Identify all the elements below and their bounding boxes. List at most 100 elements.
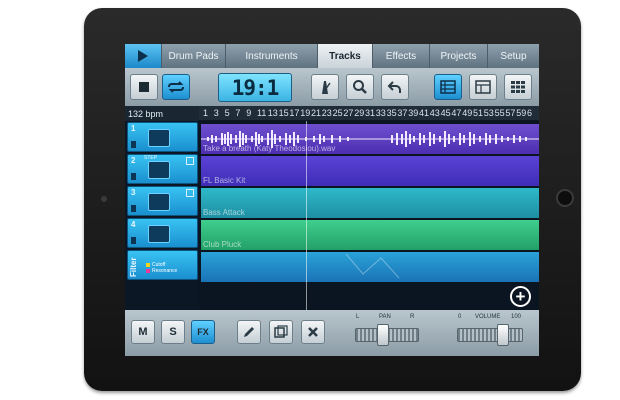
- ruler-tick-label: 57: [505, 108, 516, 118]
- pads-view-icon: [511, 81, 525, 93]
- bottom-toolbar: M S FX L PAN R 0 VOLUME 100: [125, 310, 539, 356]
- clone-button[interactable]: [269, 320, 293, 344]
- pan-left-label: L: [356, 314, 360, 320]
- volume-slider-knob[interactable]: [497, 324, 509, 346]
- ruler-tick-label: 19: [300, 108, 311, 118]
- metronome-icon: [322, 81, 331, 94]
- tab-tracks[interactable]: Tracks: [318, 44, 373, 68]
- ruler-tick-label: 11: [257, 108, 267, 118]
- ruler-tick-label: 3: [213, 108, 219, 118]
- solo-button[interactable]: S: [161, 320, 185, 344]
- resonance-swatch: [146, 268, 150, 273]
- ruler-tick-label: 9: [246, 108, 252, 118]
- stop-button[interactable]: [130, 74, 158, 100]
- volume-min-label: 0: [458, 314, 462, 320]
- track-mute-icon[interactable]: [131, 173, 136, 180]
- pencil-button[interactable]: [237, 320, 261, 344]
- zoom-icon: [353, 80, 367, 94]
- loop-button[interactable]: [162, 74, 190, 100]
- track-mute-icon[interactable]: [131, 141, 136, 148]
- track-number: 4: [131, 220, 136, 229]
- app-screen: Drum Pads Instruments Tracks Effects Pro…: [125, 44, 539, 356]
- clip-bass[interactable]: Bass Attack: [201, 188, 539, 218]
- clip-pluck[interactable]: Club Pluck: [201, 220, 539, 250]
- mixer-view-icon: [475, 80, 491, 94]
- tab-instruments[interactable]: Instruments: [226, 44, 318, 68]
- ruler-tick-label: 23: [321, 108, 332, 118]
- volume-label: VOLUME: [475, 314, 501, 320]
- playlist-view-icon: [440, 80, 456, 94]
- clone-icon: [274, 325, 288, 338]
- ruler-tick-label: 43: [429, 108, 440, 118]
- edit-icon[interactable]: [186, 157, 194, 165]
- metronome-button[interactable]: [311, 74, 339, 100]
- tab-drum-pads[interactable]: Drum Pads: [162, 44, 226, 68]
- track-headers: 1 2 STEP 3 4 Filter Cutoff Resonance: [125, 121, 199, 349]
- ruler-tick-label: 35: [386, 108, 397, 118]
- track-number: 2: [131, 156, 136, 165]
- track-header-1[interactable]: 1: [127, 122, 198, 152]
- play-icon: [138, 50, 148, 62]
- timeline-ruler[interactable]: 1 3 5 7 9 11 13 15 17 19 21 23 25 27 29 31 33 35 37 39 41 43 4…: [199, 106, 539, 121]
- synth-icon: [148, 225, 170, 243]
- stop-icon: [139, 82, 149, 92]
- tab-effects[interactable]: Effects: [373, 44, 430, 68]
- ruler-tick-label: 47: [451, 108, 462, 118]
- pan-slider-knob[interactable]: [377, 324, 389, 346]
- synth-icon: [148, 193, 170, 211]
- ruler-tick-label: 6: [527, 108, 533, 118]
- track-mute-icon[interactable]: [131, 205, 136, 212]
- clip-drums[interactable]: FL Basic Kit: [201, 156, 539, 186]
- cutoff-swatch: [146, 262, 150, 267]
- mute-button[interactable]: M: [131, 320, 155, 344]
- ruler-tick-label: 55: [494, 108, 505, 118]
- ruler-tick-label: 29: [354, 108, 365, 118]
- mixer-view-button[interactable]: [469, 74, 497, 100]
- volume-max-label: 100: [511, 314, 522, 320]
- volume-slider-track[interactable]: [457, 328, 523, 342]
- pan-label: PAN: [379, 314, 391, 320]
- transport-toolbar: 19:1: [125, 68, 539, 106]
- track-header-2[interactable]: 2 STEP: [127, 154, 198, 184]
- pan-right-label: R: [410, 314, 415, 320]
- ruler-tick-label: 53: [483, 108, 494, 118]
- undo-button[interactable]: [381, 74, 409, 100]
- ruler-tick-label: 31: [365, 108, 376, 118]
- close-icon: [308, 327, 318, 337]
- ruler-tick-label: 37: [397, 108, 408, 118]
- ruler-tick-label: 33: [375, 108, 386, 118]
- add-clip-button[interactable]: +: [510, 286, 531, 307]
- edit-icon[interactable]: [186, 189, 194, 197]
- playlist-view-button[interactable]: [434, 74, 462, 100]
- camera-icon: [101, 196, 107, 202]
- play-button[interactable]: [125, 44, 162, 68]
- playhead[interactable]: [306, 121, 307, 310]
- tempo-display[interactable]: 132 bpm: [125, 106, 199, 121]
- clip-audio[interactable]: Take a breath (Katy Theodosiou).wav: [201, 124, 539, 154]
- ruler-tick-label: 51: [473, 108, 484, 118]
- filter-track-header[interactable]: Filter Cutoff Resonance: [127, 250, 198, 280]
- track-number: 1: [131, 124, 136, 133]
- zoom-button[interactable]: [346, 74, 374, 100]
- ruler-tick-label: 41: [419, 108, 430, 118]
- legend-label: Resonance: [152, 268, 178, 274]
- ruler-tick-label: 7: [235, 108, 241, 118]
- track-mute-icon[interactable]: [131, 237, 136, 244]
- home-button[interactable]: [556, 189, 574, 207]
- ruler-tick-label: 15: [278, 108, 289, 118]
- tab-projects[interactable]: Projects: [430, 44, 488, 68]
- track-header-3[interactable]: 3: [127, 186, 198, 216]
- delete-button[interactable]: [301, 320, 325, 344]
- track-header-4[interactable]: 4: [127, 218, 198, 248]
- pads-view-button[interactable]: [504, 74, 532, 100]
- filter-automation-clip[interactable]: [201, 252, 539, 282]
- playlist-lanes[interactable]: Take a breath (Katy Theodosiou).wav FL B…: [199, 121, 539, 310]
- ruler-tick-label: 49: [462, 108, 473, 118]
- tab-setup[interactable]: Setup: [488, 44, 539, 68]
- ruler-tick-label: 17: [289, 108, 300, 118]
- undo-icon: [387, 81, 401, 93]
- fx-button[interactable]: FX: [191, 320, 215, 344]
- position-display[interactable]: 19:1: [218, 73, 292, 102]
- ruler-tick-label: 25: [332, 108, 343, 118]
- ruler-tick-label: 21: [311, 108, 322, 118]
